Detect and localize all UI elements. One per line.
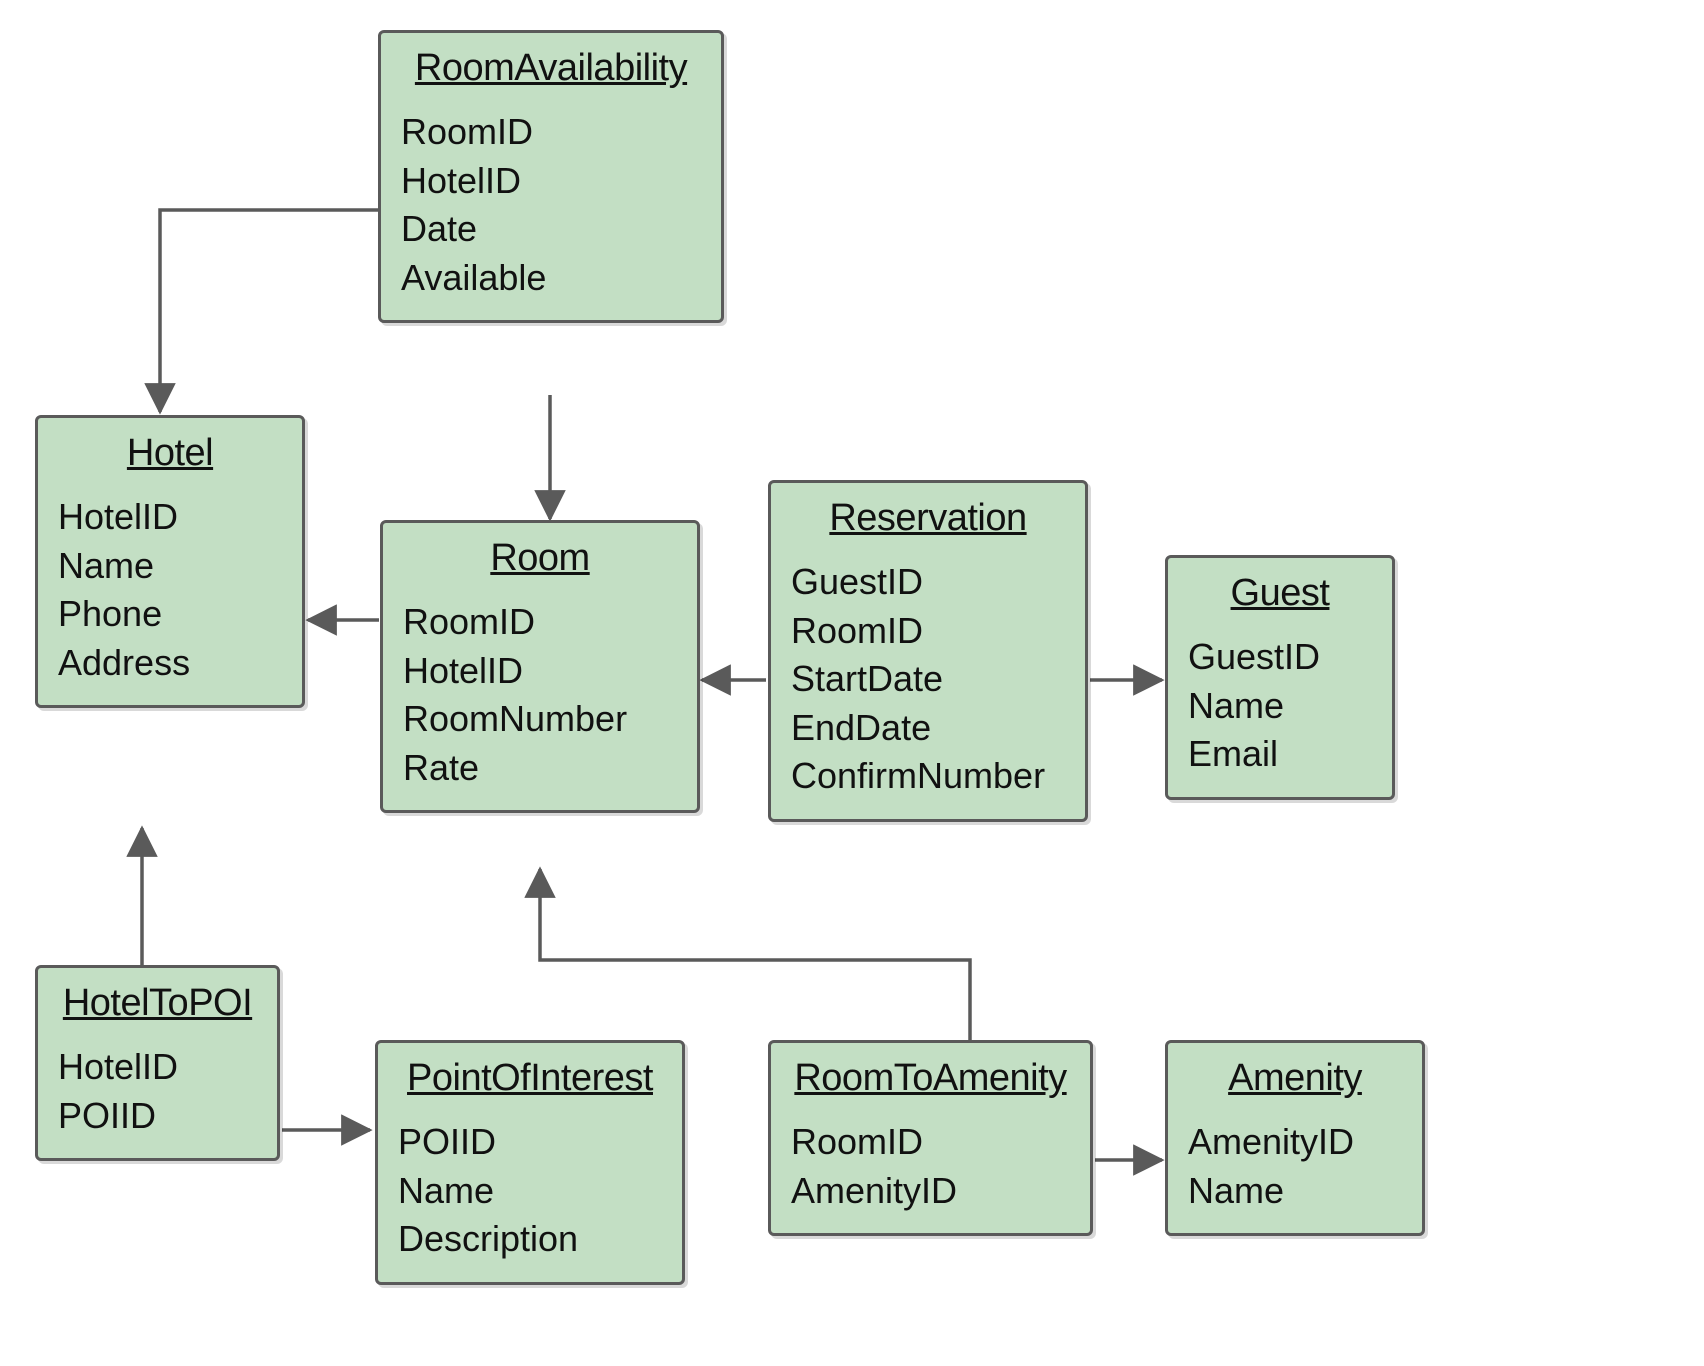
entity-field: HotelID [58,493,282,542]
entity-field: StartDate [791,655,1065,704]
entity-field: Email [1188,730,1372,779]
entity-title: Room [403,537,677,580]
entity-title: Amenity [1188,1057,1402,1100]
entity-field: Name [1188,682,1372,731]
entity-field: POIID [398,1118,662,1167]
entity-field: Description [398,1215,662,1264]
entity-field: Rate [403,744,677,793]
entity-field: RoomID [403,598,677,647]
entity-reservation: Reservation GuestID RoomID StartDate End… [768,480,1088,822]
edge-roomavailability-hotel [160,210,378,412]
entity-hoteltopoi: HotelToPOI HotelID POIID [35,965,280,1161]
entity-title: PointOfInterest [398,1057,662,1100]
entity-title: HotelToPOI [58,982,257,1025]
entity-title: RoomToAmenity [791,1057,1070,1100]
entity-guest: Guest GuestID Name Email [1165,555,1395,800]
entity-field: RoomID [791,1118,1070,1167]
entity-field: Address [58,639,282,688]
entity-field: AmenityID [791,1167,1070,1216]
entity-field: HotelID [58,1043,257,1092]
entity-title: RoomAvailability [401,47,701,90]
entity-field: Date [401,205,701,254]
entity-field: Available [401,254,701,303]
entity-field: RoomID [401,108,701,157]
edge-roomtoamenity-room [540,869,970,1040]
entity-field: Name [1188,1167,1402,1216]
entity-field: Phone [58,590,282,639]
entity-roomavailability: RoomAvailability RoomID HotelID Date Ava… [378,30,724,323]
entity-field: POIID [58,1092,257,1141]
entity-room: Room RoomID HotelID RoomNumber Rate [380,520,700,813]
entity-field: HotelID [401,157,701,206]
er-diagram-canvas: RoomAvailability RoomID HotelID Date Ava… [0,0,1704,1366]
entity-field: GuestID [1188,633,1372,682]
entity-field: RoomNumber [403,695,677,744]
entity-title: Hotel [58,432,282,475]
entity-pointofinterest: PointOfInterest POIID Name Description [375,1040,685,1285]
entity-field: ConfirmNumber [791,752,1065,801]
entity-title: Guest [1188,572,1372,615]
entity-hotel: Hotel HotelID Name Phone Address [35,415,305,708]
entity-amenity: Amenity AmenityID Name [1165,1040,1425,1236]
entity-title: Reservation [791,497,1065,540]
entity-field: AmenityID [1188,1118,1402,1167]
entity-roomtoamenity: RoomToAmenity RoomID AmenityID [768,1040,1093,1236]
entity-field: Name [398,1167,662,1216]
entity-field: Name [58,542,282,591]
entity-field: EndDate [791,704,1065,753]
entity-field: RoomID [791,607,1065,656]
entity-field: GuestID [791,558,1065,607]
entity-field: HotelID [403,647,677,696]
